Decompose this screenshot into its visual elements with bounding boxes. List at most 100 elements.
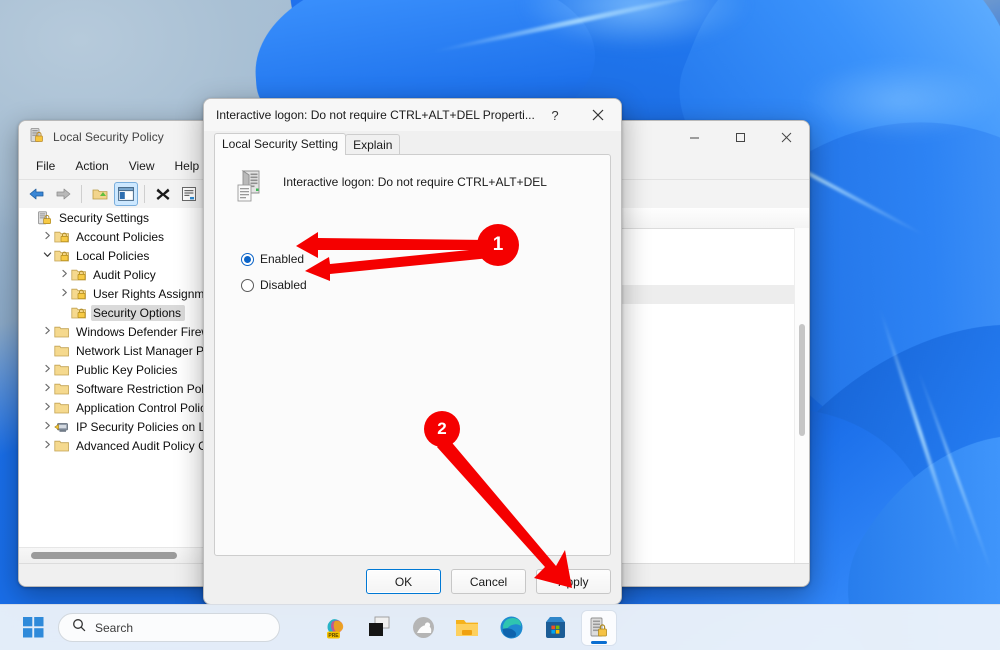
radio-disabled-label: Disabled xyxy=(260,278,307,292)
tree-item-software-restriction-policies[interactable]: Software Restriction Policies xyxy=(19,379,205,398)
policy-properties-dialog[interactable]: Interactive logon: Do not require CTRL+A… xyxy=(203,98,622,605)
tree-item-label: Security Settings xyxy=(59,210,150,225)
chevron-right-icon[interactable] xyxy=(40,421,54,432)
menu-file[interactable]: File xyxy=(27,156,64,176)
show-hide-tree-icon[interactable] xyxy=(114,182,138,206)
forward-arrow-icon[interactable] xyxy=(51,182,75,206)
tab-local-security-setting[interactable]: Local Security Setting xyxy=(214,133,347,155)
policy-folder-icon xyxy=(71,287,87,301)
chevron-right-icon[interactable] xyxy=(40,326,54,337)
maximize-button[interactable] xyxy=(717,121,763,153)
copilot-icon[interactable]: PRE xyxy=(318,611,352,645)
dialog-window-controls[interactable]: ? xyxy=(535,99,621,131)
radio-option-enabled[interactable]: Enabled xyxy=(241,248,610,270)
tree-item-label: Public Key Policies xyxy=(76,362,178,377)
tree-item-application-control-policies[interactable]: Application Control Policies xyxy=(19,398,205,417)
policy-folder-icon xyxy=(71,306,87,320)
console-tree[interactable]: Security Settings Account Policies Local P… xyxy=(19,208,205,548)
security-settings-icon xyxy=(37,210,53,225)
minimize-button[interactable] xyxy=(671,121,717,153)
radio-disabled-indicator[interactable] xyxy=(241,278,254,292)
apply-button[interactable]: Apply xyxy=(536,569,611,594)
windows-taskbar[interactable]: Search PRE xyxy=(0,604,1000,650)
chevron-right-icon[interactable] xyxy=(40,383,54,394)
search-input[interactable]: Search xyxy=(95,621,133,635)
radio-enabled-indicator[interactable] xyxy=(241,252,254,266)
policy-name-label: Interactive logon: Do not require CTRL+A… xyxy=(283,175,547,189)
tree-item-label: Software Restriction Policies xyxy=(76,381,205,396)
folder-icon xyxy=(54,439,70,453)
dialog-close-button[interactable] xyxy=(575,99,621,131)
menu-action[interactable]: Action xyxy=(66,156,117,176)
tree-item-ip-security-policies-on-local-computer[interactable]: IP Security Policies on Local Computer xyxy=(19,417,205,436)
tree-item-security-options[interactable]: Security Options xyxy=(19,303,205,322)
taskbar-search-box[interactable]: Search xyxy=(58,613,280,642)
taskbar-active-indicator xyxy=(591,640,607,644)
widgets-icon[interactable] xyxy=(406,611,440,645)
tree-item-account-policies[interactable]: Account Policies xyxy=(19,227,205,246)
tree-item-label: Security Options xyxy=(91,304,186,321)
chevron-right-icon[interactable] xyxy=(40,440,54,451)
chevron-down-icon[interactable] xyxy=(40,250,54,261)
delete-icon[interactable] xyxy=(151,182,175,206)
tree-item-public-key-policies[interactable]: Public Key Policies xyxy=(19,360,205,379)
mmc-window-controls[interactable] xyxy=(671,121,809,153)
back-arrow-icon[interactable] xyxy=(25,182,49,206)
chevron-right-icon[interactable] xyxy=(57,288,71,299)
mmc-window-title: Local Security Policy xyxy=(53,130,164,144)
file-explorer-icon[interactable] xyxy=(450,611,484,645)
policy-folder-icon xyxy=(71,268,87,282)
close-button[interactable] xyxy=(763,121,809,153)
policy-setting-radio-group[interactable]: Enabled Disabled xyxy=(215,248,610,296)
tree-item-label: Windows Defender Firewall xyxy=(76,324,205,339)
start-button[interactable] xyxy=(18,613,48,643)
tree-item-label: IP Security Policies on Local Computer xyxy=(76,419,205,434)
screen: Local Security Policy File Action View H… xyxy=(0,0,1000,650)
menu-view[interactable]: View xyxy=(120,156,164,176)
tree-item-windows-defender-firewall[interactable]: Windows Defender Firewall xyxy=(19,322,205,341)
tree-horizontal-scrollbar[interactable] xyxy=(19,547,205,564)
tab-explain[interactable]: Explain xyxy=(345,134,401,155)
up-folder-icon[interactable] xyxy=(88,182,112,206)
list-vertical-scrollbar[interactable] xyxy=(794,228,809,564)
policy-folder-icon xyxy=(54,230,70,244)
chevron-right-icon[interactable] xyxy=(40,402,54,413)
radio-option-disabled[interactable]: Disabled xyxy=(241,274,610,296)
tree-item-user-rights-assignment[interactable]: User Rights Assignment xyxy=(19,284,205,303)
chevron-right-icon[interactable] xyxy=(57,269,71,280)
policy-header: Interactive logon: Do not require CTRL+A… xyxy=(215,155,610,210)
help-button[interactable]: ? xyxy=(535,99,575,131)
microsoft-edge-icon[interactable] xyxy=(494,611,528,645)
tree-scrollbar-thumb[interactable] xyxy=(31,552,177,559)
folder-icon xyxy=(54,325,70,339)
dialog-tab-strip[interactable]: Local Security Setting Explain xyxy=(214,133,611,155)
folder-icon xyxy=(54,401,70,415)
task-view-icon[interactable] xyxy=(362,611,396,645)
properties-icon[interactable] xyxy=(177,182,201,206)
chevron-right-icon[interactable] xyxy=(40,364,54,375)
radio-enabled-label: Enabled xyxy=(260,252,305,266)
cancel-button[interactable]: Cancel xyxy=(451,569,526,594)
list-scrollbar-thumb[interactable] xyxy=(799,324,805,436)
policy-folder-icon xyxy=(54,249,70,263)
tree-item-security-settings[interactable]: Security Settings xyxy=(19,208,205,227)
security-policy-icon xyxy=(29,127,45,148)
local-security-policy-icon[interactable] xyxy=(582,610,616,645)
policy-server-icon xyxy=(235,169,269,210)
tree-item-audit-policy[interactable]: Audit Policy xyxy=(19,265,205,284)
console-tree-pane[interactable]: Security Settings Account Policies Local P… xyxy=(19,208,206,564)
tree-item-label: Audit Policy xyxy=(93,267,156,282)
folder-icon xyxy=(54,344,70,358)
chevron-right-icon[interactable] xyxy=(40,231,54,242)
tree-item-network-list-manager-policies[interactable]: Network List Manager Policies xyxy=(19,341,205,360)
microsoft-store-icon[interactable] xyxy=(538,611,572,645)
dialog-tab-page: Interactive logon: Do not require CTRL+A… xyxy=(214,154,611,556)
tree-item-local-policies[interactable]: Local Policies xyxy=(19,246,205,265)
dialog-title: Interactive logon: Do not require CTRL+A… xyxy=(216,108,535,122)
dialog-button-bar[interactable]: OK Cancel Apply xyxy=(366,569,611,594)
menu-help[interactable]: Help xyxy=(166,156,209,176)
dialog-title-bar[interactable]: Interactive logon: Do not require CTRL+A… xyxy=(204,99,621,131)
tree-item-label: Local Policies xyxy=(76,248,150,263)
ok-button[interactable]: OK xyxy=(366,569,441,594)
tree-item-advanced-audit-policy-configuration[interactable]: Advanced Audit Policy Configuration xyxy=(19,436,205,455)
